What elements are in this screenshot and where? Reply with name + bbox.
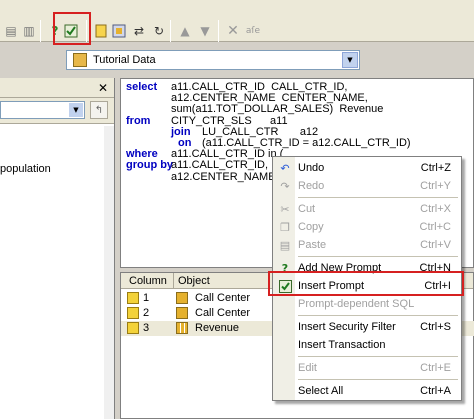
copy-icon[interactable]: ▤ bbox=[2, 22, 20, 40]
menu-item-insert-transaction[interactable]: Insert Transaction bbox=[273, 336, 461, 354]
attribute-icon bbox=[176, 307, 188, 319]
sql-text-span: (a11.CALL_CTR_ID = a12.CALL_CTR_ID) bbox=[202, 136, 411, 149]
row-number: 2 bbox=[143, 307, 150, 319]
menu-item-label: Select All bbox=[298, 385, 344, 397]
menu-item-redo[interactable]: ↷ Redo Ctrl+Y bbox=[273, 177, 461, 195]
menu-separator bbox=[298, 379, 458, 380]
menu-item-copy[interactable]: ❐ Copy Ctrl+C bbox=[273, 218, 461, 236]
menu-item-shortcut: Ctrl+X bbox=[420, 203, 451, 215]
column-header-object[interactable]: Object bbox=[178, 275, 210, 287]
sql-keyword: group by bbox=[126, 159, 174, 172]
delete-icon[interactable]: ✕ bbox=[224, 22, 242, 40]
menu-separator bbox=[298, 256, 458, 257]
sql-text-span: a11.CALL_CTR_ID in ( bbox=[171, 148, 284, 161]
metric-icon bbox=[176, 322, 188, 334]
menu-separator bbox=[298, 315, 458, 316]
menu-item-prompt-dependent-sql[interactable]: Prompt-dependent SQL bbox=[273, 295, 461, 313]
menu-item-cut[interactable]: ✂ Cut Ctrl+X bbox=[273, 200, 461, 218]
menu-item-shortcut: Ctrl+S bbox=[420, 321, 451, 333]
left-panel-header: ✕ bbox=[0, 78, 114, 98]
left-dropdown-row: ▼ ↰ bbox=[0, 98, 114, 124]
menu-item-undo[interactable]: ↶ Undo Ctrl+Z bbox=[273, 159, 461, 177]
column-icon bbox=[127, 292, 139, 304]
menu-separator bbox=[298, 197, 458, 198]
highlight-box bbox=[53, 12, 91, 45]
sql-keyword: select bbox=[126, 81, 158, 93]
toolbar-separator bbox=[170, 20, 171, 42]
menu-item-label: Redo bbox=[298, 180, 325, 192]
refresh-icon[interactable]: ↻ bbox=[150, 22, 168, 40]
close-icon[interactable]: ✕ bbox=[98, 81, 108, 95]
sql-text-span: a12.CENTER_NAME bbox=[171, 170, 276, 183]
menu-item-label: Copy bbox=[298, 221, 324, 233]
menu-item-select-all[interactable]: Select All Ctrl+A bbox=[273, 382, 461, 400]
project-icon[interactable] bbox=[110, 22, 128, 40]
scrollbar[interactable] bbox=[104, 126, 114, 419]
column-icon bbox=[127, 307, 139, 319]
chevron-down-icon[interactable]: ▼ bbox=[342, 52, 358, 68]
object-name: Revenue bbox=[195, 322, 240, 334]
up-folder-icon[interactable]: ↰ bbox=[90, 101, 108, 119]
sql-text-span: LU_CALL_CTR a12 bbox=[202, 125, 319, 138]
attribute-icon bbox=[176, 292, 188, 304]
column-header-column[interactable]: Column bbox=[129, 275, 167, 287]
undo-icon: ↶ bbox=[280, 161, 290, 175]
menu-item-paste[interactable]: ▤ Paste Ctrl+V bbox=[273, 236, 461, 254]
sql-text-span: a11.CALL_CTR_ID, bbox=[171, 159, 269, 172]
menu-item-edit[interactable]: Edit Ctrl+E bbox=[273, 359, 461, 377]
menu-item-label: Insert Transaction bbox=[298, 339, 386, 351]
menu-item-shortcut: Ctrl+E bbox=[420, 362, 451, 374]
refresh-icon[interactable]: ⇄ bbox=[130, 22, 148, 40]
object-name: Call Center bbox=[195, 307, 251, 319]
column-icon bbox=[127, 322, 139, 334]
project-dropdown-value: Tutorial Data bbox=[93, 54, 156, 66]
paste-icon: ▤ bbox=[279, 238, 291, 252]
object-name: Call Center bbox=[195, 292, 251, 304]
sql-text-span: CITY_CTR_SLS a11 bbox=[171, 114, 288, 127]
sql-text-span: a12.CENTER_NAME CENTER_NAME, bbox=[171, 92, 368, 105]
menu-item-label: Paste bbox=[298, 239, 327, 251]
sql-keyword: from bbox=[126, 114, 151, 127]
copy-icon: ❐ bbox=[280, 220, 290, 234]
menu-item-insert-security-filter[interactable]: Insert Security Filter Ctrl+S bbox=[273, 318, 461, 336]
sql-text-span: sum(a11.TOT_DOLLAR_SALES) Revenue bbox=[171, 103, 384, 116]
menu-item-shortcut: Ctrl+Y bbox=[420, 180, 451, 192]
down-arrow-icon[interactable]: ▼ bbox=[196, 22, 214, 40]
paste-icon[interactable]: ▥ bbox=[20, 22, 38, 40]
text-format-icon[interactable]: aſe bbox=[244, 22, 262, 40]
left-panel: ✕ ▼ ↰ population bbox=[0, 78, 115, 419]
cut-icon: ✂ bbox=[280, 202, 290, 216]
menu-item-shortcut: Ctrl+A bbox=[420, 385, 451, 397]
left-dropdown[interactable]: ▼ bbox=[0, 101, 85, 119]
list-item[interactable]: population bbox=[0, 163, 51, 175]
redo-icon: ↷ bbox=[280, 179, 290, 193]
column-divider[interactable] bbox=[173, 273, 174, 289]
menu-separator bbox=[298, 356, 458, 357]
toolbar-separator bbox=[218, 20, 219, 42]
toolbar-separator bbox=[40, 20, 41, 42]
document-icon[interactable] bbox=[92, 22, 110, 40]
menu-item-label: Edit bbox=[298, 362, 317, 374]
chevron-down-icon[interactable]: ▼ bbox=[69, 103, 83, 117]
sql-text-span: a11.CALL_CTR_ID CALL_CTR_ID, bbox=[171, 81, 348, 93]
menu-item-shortcut: Ctrl+C bbox=[419, 221, 451, 233]
menu-item-label: Prompt-dependent SQL bbox=[298, 298, 415, 310]
up-arrow-icon[interactable]: ▲ bbox=[176, 22, 194, 40]
menu-item-label: Insert Security Filter bbox=[298, 321, 396, 333]
menu-item-shortcut: Ctrl+V bbox=[420, 239, 451, 251]
project-dropdown[interactable]: Tutorial Data ▼ bbox=[66, 50, 360, 70]
highlight-box bbox=[268, 271, 464, 296]
row-number: 1 bbox=[143, 292, 150, 304]
menu-item-label: Cut bbox=[298, 203, 316, 215]
database-icon bbox=[73, 53, 87, 67]
menu-item-shortcut: Ctrl+Z bbox=[420, 162, 451, 174]
menu-item-label: Undo bbox=[298, 162, 325, 174]
row-number: 3 bbox=[143, 322, 150, 334]
